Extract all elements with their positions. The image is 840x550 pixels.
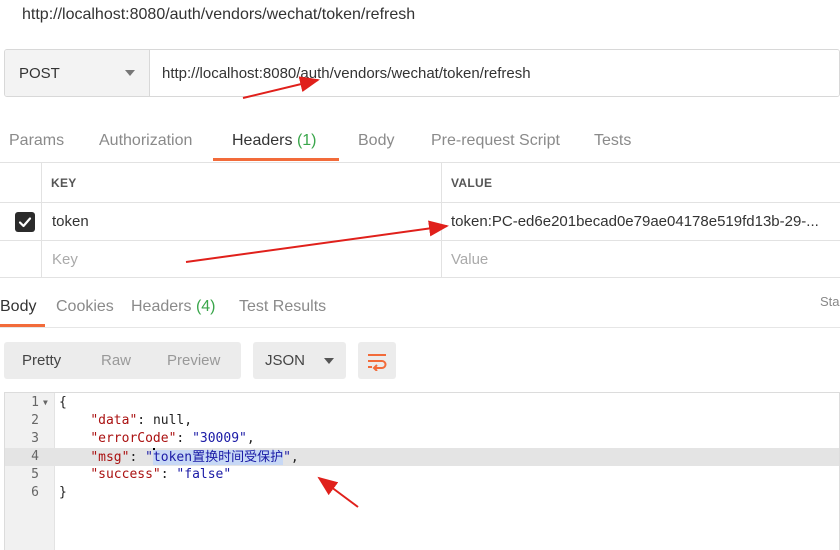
request-bar: POST: [4, 49, 840, 97]
tab-label: Test Results: [239, 298, 327, 315]
json-quote: ": [283, 450, 291, 465]
tab-label: Cookies: [56, 298, 114, 315]
tab-params[interactable]: Params: [9, 122, 64, 160]
code-text: {: [59, 395, 67, 410]
request-tabs: Params Authorization Headers (1) Body Pr…: [0, 122, 840, 162]
status-label: Sta: [820, 294, 840, 309]
json-value: null: [152, 413, 185, 428]
line-number: 3: [31, 431, 39, 446]
code-line: 5 "success": "false": [5, 466, 839, 484]
json-quote: ": [145, 450, 153, 465]
json-key: "data": [90, 413, 138, 428]
table-header-row: KEY VALUE: [0, 162, 840, 202]
tab-label: Body: [0, 298, 37, 315]
line-number: 1: [31, 395, 39, 410]
header-key-cell[interactable]: token: [52, 203, 89, 240]
selected-text: token置换时间受保护: [152, 450, 284, 465]
json-key: "errorCode": [90, 431, 177, 446]
chevron-down-icon: [125, 70, 135, 76]
header-value-cell[interactable]: token:PC-ed6e201becad0e79ae04178e519fd13…: [451, 203, 836, 240]
response-tabs: Body Cookies Headers (4) Test Results: [0, 288, 840, 328]
code-line: 2 "data": null,: [5, 412, 839, 430]
json-key: "success": [90, 467, 161, 482]
response-tab-body[interactable]: Body: [0, 288, 36, 326]
code-line: 6 }: [5, 484, 839, 502]
headers-count-badge: (1): [296, 132, 317, 149]
json-value: "false": [176, 467, 232, 482]
code-text: }: [59, 485, 67, 500]
tab-label: Pre-request Script: [431, 132, 560, 149]
json-separator: :: [160, 467, 177, 482]
json-punct: ,: [246, 431, 255, 446]
tab-label: Params: [9, 132, 65, 149]
tab-label: Authorization: [99, 132, 193, 149]
tab-body[interactable]: Body: [358, 122, 394, 160]
chevron-down-icon: [324, 357, 334, 364]
response-headers-count-badge: (4): [195, 298, 216, 315]
tab-tests[interactable]: Tests: [594, 122, 631, 160]
json-separator: :: [137, 413, 153, 428]
method-label: POST: [19, 64, 60, 82]
format-select-label: JSON: [265, 352, 306, 369]
code-line-active: 4 "msg": "token置换时间受保护",: [5, 448, 839, 466]
new-value-input[interactable]: Value: [451, 241, 488, 277]
line-number: 4: [31, 449, 39, 464]
code-line: 1 ▼ {: [5, 394, 839, 412]
response-tab-test-results[interactable]: Test Results: [239, 288, 326, 326]
view-mode-group: Pretty Raw Preview: [4, 342, 241, 379]
view-preview-button[interactable]: Preview: [167, 342, 220, 379]
tab-label: Tests: [594, 132, 632, 149]
check-icon: [15, 211, 35, 232]
response-tab-cookies[interactable]: Cookies: [56, 288, 114, 326]
table-row: token token:PC-ed6e201becad0e79ae04178e5…: [0, 202, 840, 240]
json-punct: ,: [184, 413, 193, 428]
tab-label: Headers: [131, 298, 192, 315]
view-pretty-button[interactable]: Pretty: [22, 342, 61, 379]
line-number: 5: [31, 467, 39, 482]
fold-arrow-icon[interactable]: ▼: [43, 394, 48, 412]
json-value: "30009": [192, 431, 247, 446]
wrap-lines-button[interactable]: [358, 342, 396, 379]
json-key: "msg": [90, 450, 130, 465]
table-row-new: Key Value: [0, 240, 840, 278]
wrap-lines-icon: [368, 353, 387, 371]
code-line: 3 "errorCode": "30009",: [5, 430, 839, 448]
tab-headers[interactable]: Headers (1): [232, 122, 317, 160]
method-select[interactable]: POST: [5, 50, 150, 96]
column-header-key: KEY: [51, 175, 77, 190]
active-response-tab-indicator: [0, 324, 45, 327]
new-key-input[interactable]: Key: [52, 241, 78, 277]
column-header-value: VALUE: [451, 175, 493, 190]
view-raw-button[interactable]: Raw: [101, 342, 131, 379]
json-separator: :: [176, 431, 193, 446]
window-title-url: http://localhost:8080/auth/vendors/wecha…: [22, 6, 416, 23]
json-separator: :: [129, 450, 146, 465]
url-input[interactable]: [150, 50, 839, 96]
tab-pre-request-script[interactable]: Pre-request Script: [431, 122, 560, 160]
header-enabled-checkbox[interactable]: [15, 203, 35, 240]
response-tab-headers[interactable]: Headers (4): [131, 288, 216, 326]
line-number: 6: [31, 485, 39, 500]
format-select[interactable]: JSON: [253, 342, 346, 379]
tab-label: Headers: [232, 132, 293, 149]
tab-authorization[interactable]: Authorization: [99, 122, 192, 160]
response-body-editor[interactable]: 1 ▼ { 2 "data": null, 3 "errorCode": "30…: [4, 392, 840, 550]
active-tab-indicator: [213, 158, 339, 161]
line-number: 2: [31, 413, 39, 428]
json-punct: ,: [290, 450, 299, 465]
tab-label: Body: [358, 132, 395, 149]
